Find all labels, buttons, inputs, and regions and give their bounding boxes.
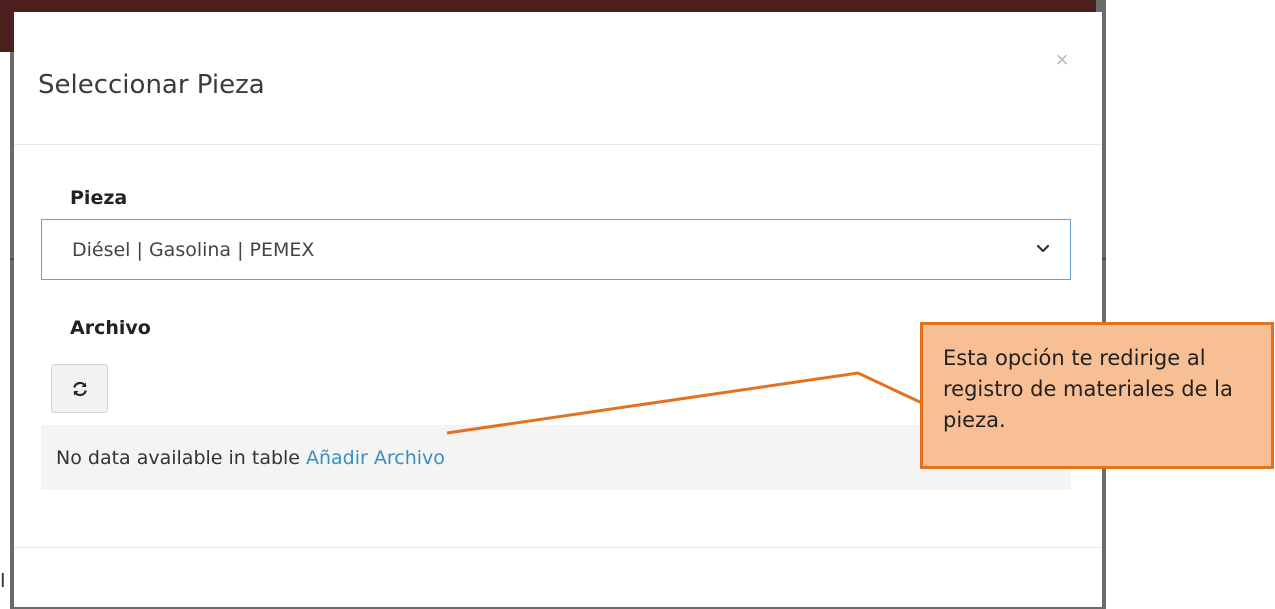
- annotation-callout: Esta opción te redirige al registro de m…: [920, 322, 1274, 469]
- chevron-down-icon: [1036, 244, 1050, 253]
- modal-title: Seleccionar Pieza: [38, 70, 265, 100]
- pieza-label: Pieza: [70, 187, 128, 209]
- screenshot-stage: I Seleccionar Pieza × Pieza Diésel | Gas…: [0, 0, 1275, 609]
- select-piece-modal: Seleccionar Pieza × Pieza Diésel | Gasol…: [14, 12, 1102, 607]
- pieza-select[interactable]: Diésel | Gasolina | PEMEX: [41, 219, 1071, 280]
- close-icon: ×: [1055, 47, 1069, 72]
- backdrop-partial-text: I: [0, 570, 6, 592]
- refresh-button[interactable]: [51, 364, 108, 413]
- add-file-link[interactable]: Añadir Archivo: [306, 447, 445, 469]
- callout-text: Esta opción te redirige al registro de m…: [943, 346, 1233, 432]
- modal-header: Seleccionar Pieza ×: [14, 12, 1102, 145]
- archivo-label: Archivo: [70, 317, 151, 339]
- modal-footer-divider: [14, 547, 1102, 548]
- refresh-icon: [72, 381, 87, 396]
- pieza-selected-value: Diésel | Gasolina | PEMEX: [72, 238, 315, 261]
- empty-table-text: No data available in table: [56, 446, 300, 469]
- table-empty-row: No data available in table Añadir Archiv…: [41, 425, 1071, 490]
- close-button[interactable]: ×: [1050, 49, 1074, 73]
